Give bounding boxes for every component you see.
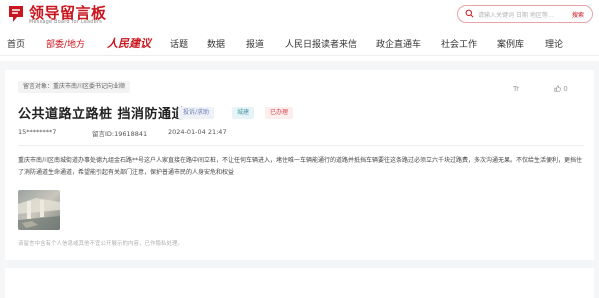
header-divider <box>0 55 599 56</box>
status-badge: 已办理 <box>265 107 294 119</box>
like-button[interactable]: 0 <box>554 85 568 93</box>
message-card: 留言对象：重庆市南川区委书记向业顺 Tr 0 公共道路立路桩 挡消防通道 投诉/… <box>5 70 594 260</box>
nav-theory[interactable]: 理论 <box>545 37 563 50</box>
nav-ministries-local[interactable]: 部委/地方 <box>46 37 85 50</box>
search-input[interactable]: 请输入关键词 日期 地区等… <box>478 10 554 19</box>
nav-home[interactable]: 首页 <box>7 37 25 50</box>
attachment-photo <box>18 190 60 230</box>
message-id: 留言ID:19618841 <box>92 130 148 138</box>
message-body: 重庆市南川区南城街道办事处德九组金石路**号这户人家直接在路中间立桩，不让任何车… <box>18 157 583 176</box>
message-user: 15********7 <box>18 128 57 136</box>
main-nav: 首页 部委/地方 人民建议 话题 数据 报道 人民日报读者来信 政企直通车 社会… <box>0 33 599 55</box>
nav-gov-enterprise[interactable]: 政企直通车 <box>376 37 421 50</box>
search-icon <box>465 9 474 18</box>
like-count: 0 <box>563 85 568 93</box>
nav-people-suggestions[interactable]: 人民建议 <box>107 35 151 51</box>
reply-card <box>5 268 594 298</box>
nav-readers-letters[interactable]: 人民日报读者来信 <box>285 37 357 50</box>
search-box[interactable]: 请输入关键词 日期 地区等… 搜索 <box>457 5 593 23</box>
nav-social-work[interactable]: 社会工作 <box>441 37 477 50</box>
message-title: 公共道路立路桩 挡消防通道 <box>18 107 186 122</box>
privacy-disclaimer: 该留言中含有个人信息或其他不宜公开展示的内容，已作隐私处理。 <box>18 241 184 247</box>
type-badge: 投诉/求助 <box>178 107 215 119</box>
font-size-icon[interactable]: Tr <box>513 85 519 93</box>
message-image-thumbnail[interactable] <box>18 190 60 230</box>
site-header: 领导留言板 Message Board for Leaders 请输入关键词 日… <box>0 0 599 61</box>
thumbs-up-icon <box>554 85 561 92</box>
logo-mark-icon[interactable] <box>7 4 25 24</box>
nav-data[interactable]: 数据 <box>207 37 225 50</box>
nav-case-library[interactable]: 案例库 <box>497 37 524 50</box>
nav-reports[interactable]: 报道 <box>246 37 264 50</box>
message-date: 2024-01-04 21:47 <box>168 128 227 136</box>
domain-badge: 城建 <box>232 107 255 119</box>
site-subtitle: Message Board for Leaders <box>29 19 103 25</box>
nav-topics[interactable]: 话题 <box>170 37 188 50</box>
search-button[interactable]: 搜索 <box>572 10 584 19</box>
content-divider <box>18 145 584 146</box>
message-target-tag[interactable]: 留言对象：重庆市南川区委书记向业顺 <box>18 81 131 93</box>
